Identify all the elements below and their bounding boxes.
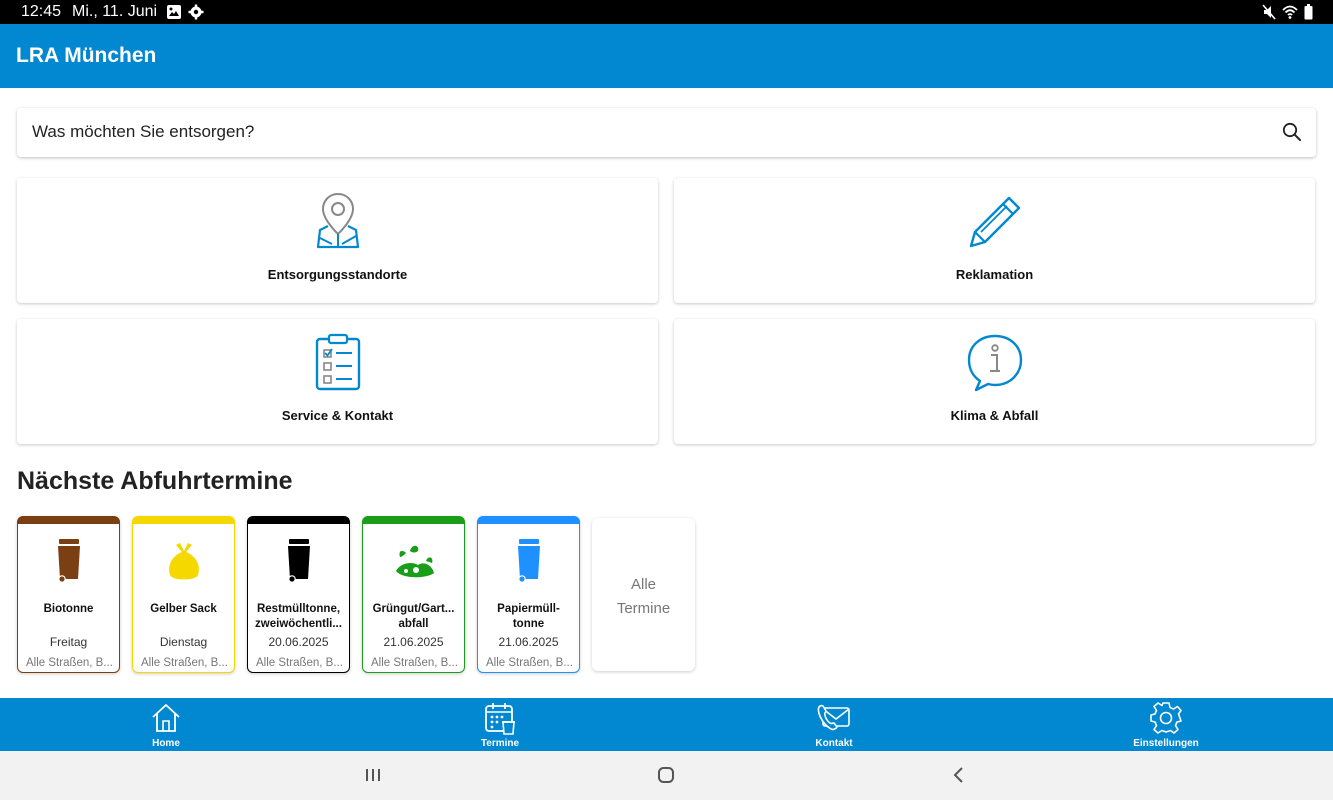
yellow-bag-icon	[168, 543, 199, 580]
pickup-card-gruengut[interactable]: Grüngut/Gart... abfall 21.06.2025 Alle S…	[362, 516, 465, 673]
wifi-icon	[1282, 5, 1298, 19]
card-street: Alle Straßen, B...	[256, 657, 343, 669]
battery-icon	[1304, 4, 1313, 20]
tile-label: Klima & Abfall	[950, 408, 1039, 423]
card-street: Alle Straßen, B...	[141, 657, 228, 669]
pickup-card-restmuelltonne[interactable]: Restmülltonne, zweiwöchentli... 20.06.20…	[247, 516, 350, 673]
pickup-card-papiermuelltonne[interactable]: Papiermüll-tonne 21.06.2025 Alle Straßen…	[477, 516, 580, 673]
all-dates-button[interactable]: Alle Termine	[592, 518, 695, 671]
home-circle-icon	[658, 767, 674, 783]
pickup-card-biotonne[interactable]: Biotonne Freitag Alle Straßen, B...	[17, 516, 120, 673]
tile-label: Service & Kontakt	[281, 408, 394, 423]
back-icon	[953, 767, 963, 783]
tile-label: Reklamation	[955, 267, 1034, 282]
back-button[interactable]	[950, 765, 968, 790]
gear-icon	[1150, 702, 1182, 734]
search-input[interactable]	[32, 120, 1232, 144]
card-name: Grüngut/Gart... abfall	[372, 603, 455, 630]
system-nav-bar	[0, 751, 1333, 800]
home-system-button[interactable]	[656, 765, 676, 790]
bin-icon	[517, 539, 540, 583]
status-date: Mi., 11. Juni	[72, 3, 158, 20]
nav-termine[interactable]: Termine	[430, 698, 570, 751]
settings-notification-icon	[188, 4, 204, 20]
card-street: Alle Straßen, B...	[26, 657, 113, 669]
card-street: Alle Straßen, B...	[371, 657, 458, 669]
card-date: Freitag	[49, 635, 88, 649]
pickup-card-gelber-sack[interactable]: Gelber Sack Dienstag Alle Straßen, B...	[132, 516, 235, 673]
card-date: Dienstag	[159, 635, 208, 649]
info-bubble-icon	[967, 334, 1022, 392]
search-bar[interactable]	[17, 108, 1316, 157]
nav-label: Termine	[480, 738, 520, 749]
phone-icon	[817, 704, 850, 731]
card-street: Alle Straßen, B...	[486, 657, 573, 669]
tile-reklamation[interactable]: Reklamation	[674, 178, 1315, 303]
calendar-icon	[485, 703, 515, 735]
section-title-abfuhrtermine: Nächste Abfuhrtermine	[17, 467, 293, 495]
status-time: 12:45	[21, 3, 62, 20]
clipboard-checklist-icon	[315, 333, 360, 391]
app-bar: LRA München	[0, 24, 1333, 88]
tile-label: Entsorgungsstandorte	[267, 267, 408, 282]
home-icon	[152, 704, 180, 732]
nav-label: Einstellungen	[1133, 738, 1199, 749]
mute-icon	[1262, 4, 1276, 20]
tile-service-kontakt[interactable]: Service & Kontakt	[17, 319, 658, 444]
tile-entsorgungsstandorte[interactable]: Entsorgungsstandorte	[17, 178, 658, 303]
map-pin-icon	[316, 192, 359, 249]
card-date: 20.06.2025	[268, 635, 329, 649]
bottom-nav: Home Termine Kontakt Einstellungen	[0, 698, 1333, 751]
card-name: Gelber Sack	[150, 603, 217, 615]
nav-label: Home	[152, 738, 180, 749]
card-name: Restmülltonne, zweiwöchentli...	[255, 603, 342, 630]
tile-klima-abfall[interactable]: Klima & Abfall	[674, 319, 1315, 444]
card-date: 21.06.2025	[498, 635, 559, 649]
bin-icon	[287, 539, 310, 583]
recents-button[interactable]	[364, 765, 382, 790]
pencil-icon	[969, 196, 1020, 248]
card-name: Papiermüll-tonne	[497, 603, 560, 630]
card-name: Biotonne	[43, 603, 94, 615]
nav-einstellungen[interactable]: Einstellungen	[1096, 698, 1236, 751]
nav-home[interactable]: Home	[96, 698, 236, 751]
bin-icon	[57, 539, 80, 583]
image-notification-icon	[167, 5, 181, 19]
app-title: LRA München	[16, 44, 157, 67]
status-bar: 12:45 Mi., 11. Juni	[0, 0, 1333, 24]
card-date: 21.06.2025	[383, 635, 444, 649]
nav-kontakt[interactable]: Kontakt	[764, 698, 904, 751]
recents-icon	[366, 769, 380, 781]
all-dates-label: Alle Termine	[616, 576, 671, 617]
search-icon[interactable]	[1282, 122, 1302, 147]
green-waste-icon	[395, 545, 434, 578]
nav-label: Kontakt	[815, 738, 853, 749]
